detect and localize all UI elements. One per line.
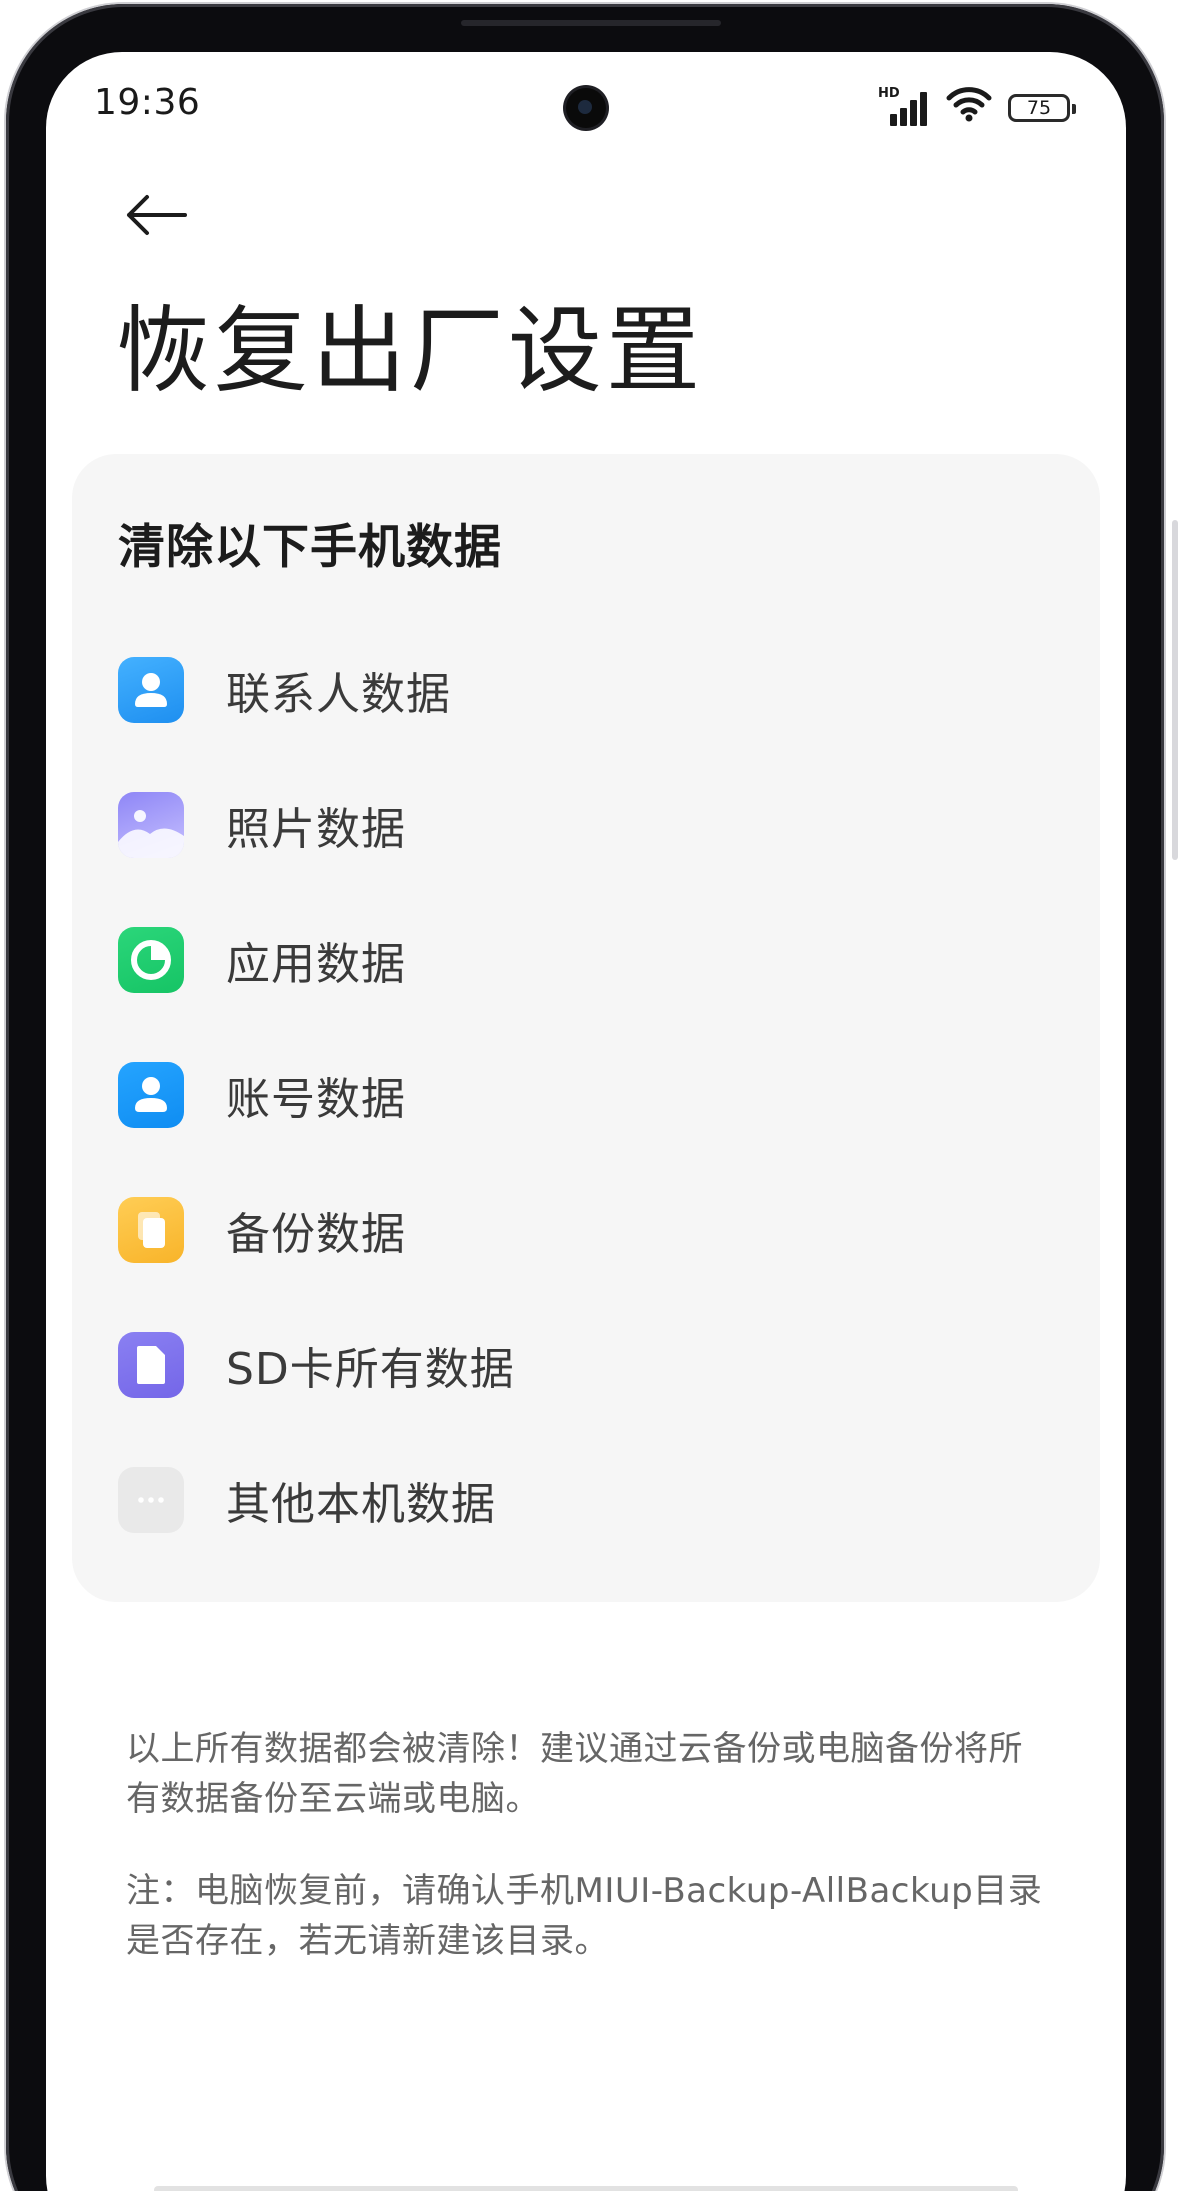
back-button[interactable] xyxy=(116,182,196,252)
account-icon xyxy=(118,1062,184,1128)
bottom-action-bar[interactable] xyxy=(154,2186,1018,2191)
arrow-left-icon xyxy=(123,191,189,243)
item-label: SD卡所有数据 xyxy=(226,1344,515,1395)
photo-icon xyxy=(118,792,184,858)
item-label: 其他本机数据 xyxy=(226,1479,496,1530)
card-title: 清除以下手机数据 xyxy=(118,520,502,575)
front-camera xyxy=(566,88,606,128)
page: 19:36 HD 75 恢复出厂设置 清除以下手机数据 联系人数据 照片数据 应… xyxy=(0,0,1178,2191)
item-label: 备份数据 xyxy=(226,1209,406,1260)
battery-icon: 75 xyxy=(1008,94,1076,122)
item-label: 账号数据 xyxy=(226,1074,406,1125)
contact-icon xyxy=(118,657,184,723)
data-list: 联系人数据 照片数据 应用数据 账号数据 备份数据 SD卡所有数据 其他本机数据 xyxy=(118,657,515,1603)
cellular-signal-icon: HD xyxy=(878,86,930,126)
more-icon xyxy=(118,1467,184,1533)
warning-note: 以上所有数据都会被清除！建议通过云备份或电脑备份将所有数据备份至云端或电脑。 xyxy=(126,1729,1023,1819)
network-badge: HD xyxy=(878,86,900,101)
list-item-backup: 备份数据 xyxy=(118,1197,515,1263)
list-item-contacts: 联系人数据 xyxy=(118,657,515,723)
item-label: 照片数据 xyxy=(226,804,406,855)
screen: 19:36 HD 75 恢复出厂设置 清除以下手机数据 联系人数据 照片数据 应… xyxy=(46,52,1126,2191)
status-icons: HD 75 xyxy=(878,86,1076,126)
list-item-photos: 照片数据 xyxy=(118,792,515,858)
battery-level: 75 xyxy=(1026,97,1052,119)
list-item-sd-card: SD卡所有数据 xyxy=(118,1332,515,1398)
item-label: 应用数据 xyxy=(226,939,406,990)
pie-chart-icon xyxy=(118,927,184,993)
backup-icon xyxy=(118,1197,184,1263)
page-title: 恢复出厂设置 xyxy=(116,297,705,406)
wifi-icon xyxy=(946,86,992,126)
sd-card-icon xyxy=(118,1332,184,1398)
data-card: 清除以下手机数据 联系人数据 照片数据 应用数据 账号数据 备份数据 SD卡所有… xyxy=(72,454,1100,1602)
status-time: 19:36 xyxy=(94,82,201,123)
status-bar: 19:36 HD 75 xyxy=(46,52,1126,152)
list-item-account: 账号数据 xyxy=(118,1062,515,1128)
item-label: 联系人数据 xyxy=(226,669,451,720)
earpiece-speaker xyxy=(461,20,721,26)
list-item-other: 其他本机数据 xyxy=(118,1467,515,1533)
list-item-apps: 应用数据 xyxy=(118,927,515,993)
tip-note: 注：电脑恢复前，请确认手机MIUI-Backup-AllBackup目录是否存在… xyxy=(126,1871,1043,1961)
side-button xyxy=(1172,520,1178,860)
